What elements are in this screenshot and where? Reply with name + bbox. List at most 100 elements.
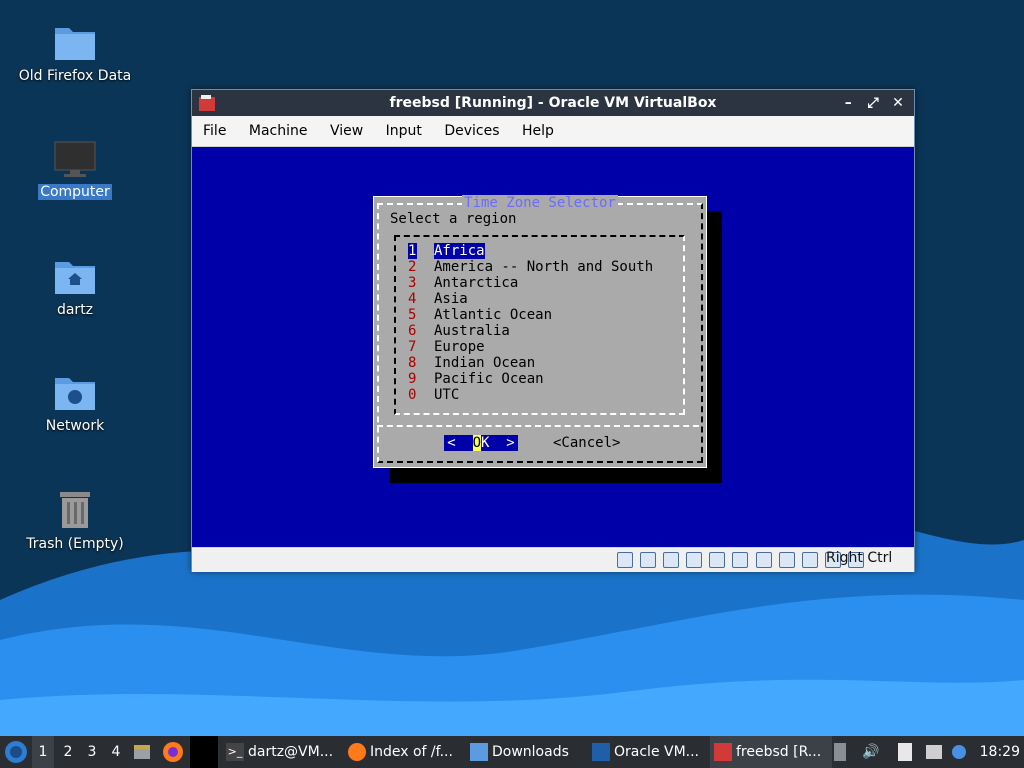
update-notifier-icon[interactable] [952,736,972,768]
region-item-australia[interactable]: 6 Australia [408,323,510,339]
task-downloads[interactable]: Downloads [466,736,588,768]
menu-bar: File Machine View Input Devices Help [192,116,914,147]
workspace-3[interactable]: 3 [81,736,103,768]
region-item-pacific-ocean[interactable]: 9 Pacific Ocean [408,371,544,387]
cpu-icon[interactable] [801,552,818,568]
firefox-launcher[interactable] [162,736,188,768]
menu-help[interactable]: Help [513,116,563,146]
task-virtualbox-manager[interactable]: Oracle VM... [588,736,710,768]
vm-status-bar: Right Ctrl [192,547,914,572]
trash-icon [60,492,90,528]
audio-icon[interactable] [663,552,680,568]
file-manager-launcher[interactable] [132,736,156,768]
region-hotkey: 9 [408,371,417,387]
host-key-label: Right Ctrl [826,550,893,566]
desktop-icon-label: dartz [56,302,94,318]
desktop-icon-old-firefox-data[interactable]: Old Firefox Data [15,24,135,84]
desktop-icon-label: Old Firefox Data [18,68,132,84]
restore-button[interactable]: ⤢ [863,90,883,116]
task-firefox[interactable]: Index of /f... [344,736,466,768]
region-hotkey: 2 [408,259,417,275]
minimize-button[interactable]: – [838,90,858,116]
window-titlebar[interactable]: freebsd [Running] - Oracle VM VirtualBox… [192,90,914,116]
network-folder-icon [55,378,95,410]
usb-icon[interactable] [709,552,726,568]
region-item-indian-ocean[interactable]: 8 Indian Ocean [408,355,535,371]
region-item-europe[interactable]: 7 Europe [408,339,485,355]
ok-button-left: < [447,435,473,451]
ok-button[interactable]: < OK > [444,435,518,451]
desktop-icon-label: Computer [38,184,112,200]
clipboard-icon[interactable] [898,736,920,768]
region-hotkey: 7 [408,339,417,355]
home-folder-icon [55,262,95,294]
button-separator [377,425,699,427]
region-name: UTC [434,387,460,403]
network-status-icon[interactable] [926,736,948,768]
firefox-icon [163,742,183,762]
task-terminal[interactable]: >_ dartz@VM... [222,736,342,768]
desktop-icon-label: Trash (Empty) [26,536,124,552]
shared-folders-icon[interactable] [732,552,749,568]
menu-file[interactable]: File [194,116,235,146]
region-hotkey: 5 [408,307,417,323]
desktop-icon-network[interactable]: Network [15,374,135,434]
optical-drive-icon[interactable] [640,552,657,568]
start-menu-button[interactable] [4,736,30,768]
workspace-1[interactable]: 1 [32,736,54,768]
region-hotkey: 4 [408,291,417,307]
display-icon[interactable] [755,552,772,568]
monitor-icon [54,141,96,177]
virtualbox-window[interactable]: freebsd [Running] - Oracle VM VirtualBox… [191,89,915,572]
desktop-icon-dartz[interactable]: dartz [15,258,135,318]
menu-machine[interactable]: Machine [240,116,317,146]
taskbar: 1 2 3 4 >_ dartz@VM... Index of /f... Dow… [0,736,1024,768]
menu-devices[interactable]: Devices [435,116,508,146]
hard-disk-icon[interactable] [617,552,633,568]
network-adapter-icon[interactable] [686,552,703,568]
region-item-atlantic-ocean[interactable]: 5 Atlantic Ocean [408,307,552,323]
region-name: America -- North and South [434,259,654,275]
close-button[interactable]: ✕ [888,90,908,116]
dialog-title: Time Zone Selector [462,195,618,211]
desktop-icon-computer[interactable]: Computer [15,140,135,200]
region-name: Atlantic Ocean [434,307,553,323]
region-name: Pacific Ocean [434,371,544,387]
region-hotkey: 0 [408,387,417,403]
region-hotkey: 8 [408,355,417,371]
cancel-button[interactable]: <Cancel> [553,435,620,451]
dialog-prompt: Select a region [390,211,517,227]
task-label: Downloads [492,744,569,760]
tray-scroll-icon[interactable] [834,736,852,768]
menu-view[interactable]: View [321,116,372,146]
terminal-icon: >_ [226,743,244,761]
files-icon [134,745,150,759]
region-name: Antarctica [434,275,519,291]
task-label: Index of /f... [370,744,453,760]
virtualbox-icon [592,743,610,761]
region-item-antarctica[interactable]: 3 Antarctica [408,275,518,291]
task-freebsd-vm[interactable]: freebsd [R... [710,736,832,768]
workspace-2[interactable]: 2 [57,736,79,768]
region-name: Australia [434,323,510,339]
vm-display[interactable]: Time Zone Selector Select a region 1 Afri… [192,147,914,547]
region-item-utc[interactable]: 0 UTC [408,387,459,403]
timezone-dialog: Time Zone Selector Select a region 1 Afri… [373,195,707,468]
task-label: dartz@VM... [248,744,334,760]
clock[interactable]: 18:29 [980,736,1020,768]
folder-icon [55,28,95,60]
empty-launcher-slot[interactable] [190,736,218,768]
menu-input[interactable]: Input [377,116,431,146]
workspace-4[interactable]: 4 [105,736,127,768]
region-item-america-north-and-south[interactable]: 2 America -- North and South [408,259,653,275]
virtualbox-vm-icon [714,743,732,761]
region-hotkey: 3 [408,275,417,291]
desktop-icon-trash[interactable]: Trash (Empty) [15,490,135,552]
volume-icon[interactable]: 🔊 [862,736,882,768]
region-item-africa[interactable]: 1 Africa [408,243,485,259]
video-capture-icon[interactable] [778,552,795,568]
task-label: Oracle VM... [614,744,700,760]
region-name: Europe [434,339,485,355]
desktop-icon-label: Network [45,418,105,434]
region-item-asia[interactable]: 4 Asia [408,291,468,307]
